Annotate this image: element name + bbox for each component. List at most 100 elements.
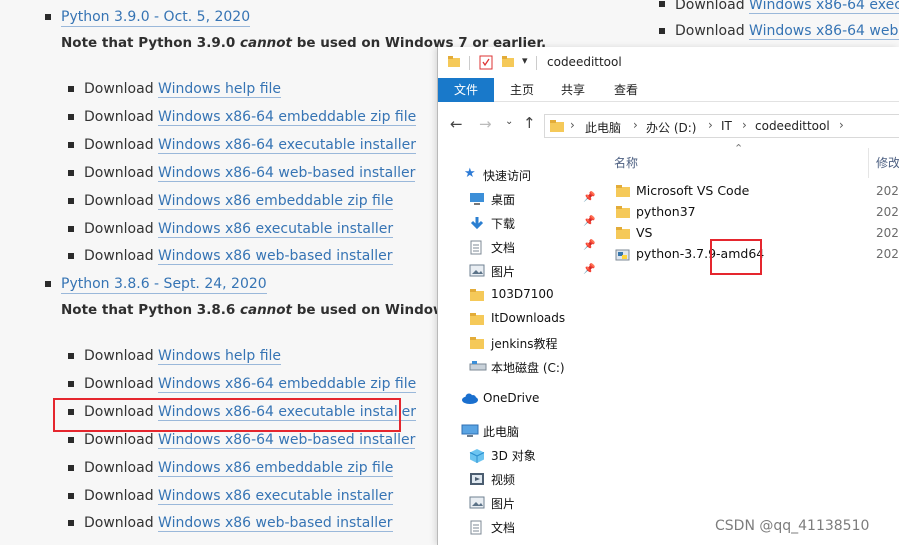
download-item: Download Windows x86 executable installe… [84,220,394,238]
window-title: codeedittool [547,55,622,69]
nav-item[interactable]: 3D 对象 [438,444,603,466]
file-date: 2021 [876,226,899,240]
nav-item[interactable]: 图片 [438,492,603,514]
nav-item[interactable]: 文档 [438,516,603,538]
download-link[interactable]: Windows x86 executable installer [158,487,394,505]
download-item: Download Windows help file [84,80,282,98]
download-item: Download Windows x86 embeddable zip file [84,192,394,210]
breadcrumb-codeedittool[interactable]: codeedittool [755,119,830,133]
forward-arrow-icon[interactable]: → [479,115,492,133]
pin-icon[interactable]: 📌 [583,264,595,275]
nav-label: 103D7100 [491,287,554,301]
download-link[interactable]: Windows help file [158,81,282,98]
file-date: 2021 [876,184,899,198]
tab-file[interactable]: 文件 [438,78,494,102]
nav-label: 本地磁盘 (C:) [491,361,565,375]
nav-label: jenkins教程 [491,337,558,351]
download-item: Download Windows x86-64 web-bas [675,22,899,40]
download-item: Download Windows help file [84,347,282,365]
list-bullet [68,225,74,232]
download-link[interactable]: Windows x86-64 embeddable zip file [158,375,417,393]
download-item: Download Windows x86-64 web-based instal… [84,164,416,182]
list-bullet [68,520,74,527]
nav-item[interactable]: 视频 [438,468,603,490]
download-item: Download Windows x86-64 executab [675,0,899,14]
download-link[interactable]: Windows x86-64 embeddable zip file [158,108,417,126]
download-prefix: Download [675,23,745,39]
column-header-name[interactable]: 名称 [614,154,638,171]
customize-dropdown-icon[interactable]: ▾ [522,54,528,67]
back-arrow-icon[interactable]: ← [450,115,463,133]
download-item: Download Windows x86 executable installe… [84,487,394,505]
nav-item[interactable]: jenkins教程 [438,332,603,354]
nav-label: 3D 对象 [491,449,536,463]
chevron-right-icon: › [570,118,575,132]
nav-this-pc[interactable]: 此电脑 [438,420,603,442]
list-bullet [68,141,74,148]
tab-share[interactable]: 共享 [553,78,593,102]
recent-dropdown-icon[interactable]: ⌄ [505,116,513,127]
download-link[interactable]: Windows x86-64 executab [749,0,899,14]
column-separator[interactable] [868,148,869,178]
divider [536,56,537,70]
download-item: Download Windows x86-64 executable insta… [84,136,416,154]
3d-objects-icon [469,448,485,468]
title-bar: ▾ codeedittool [438,47,899,78]
download-link[interactable]: Windows x86-64 web-bas [749,23,899,40]
new-folder-icon[interactable] [501,55,515,69]
column-header-modified[interactable]: 修改 [876,154,899,171]
download-link[interactable]: Windows x86-64 executable installer [158,136,416,154]
tab-view[interactable]: 查看 [606,78,646,102]
video-icon [469,472,485,490]
nav-item[interactable]: 103D7100 [438,284,603,306]
picture-icon [469,264,485,281]
desktop-icon [469,192,485,209]
folder-icon [469,336,485,354]
download-prefix: Download [84,375,154,392]
download-link[interactable]: Windows help file [158,348,282,365]
nav-quick-access[interactable]: ★ 快速访问 [438,164,603,186]
download-link[interactable]: Windows x86 web-based installer [158,248,393,266]
breadcrumb-this-pc[interactable]: 此电脑 [585,119,621,136]
python-installer-icon [615,247,631,267]
address-bar[interactable]: › 此电脑 › 办公 (D:) › IT › codeedittool › [544,114,899,138]
nav-item[interactable]: ItDownloads [438,308,603,330]
navigation-bar: ← → ⌄ ↑ › 此电脑 › 办公 (D:) › IT › codeeditt… [438,102,899,148]
list-bullet [659,28,665,34]
download-item: Download Windows x86 embeddable zip file [84,459,394,477]
nav-item[interactable]: 下载 📌 [438,212,603,234]
file-row[interactable]: Microsoft VS Code 2021 [603,181,899,202]
nav-item[interactable]: 桌面 📌 [438,188,603,210]
release-link-390[interactable]: Python 3.9.0 - Oct. 5, 2020 [61,8,251,27]
download-link[interactable]: Windows x86 embeddable zip file [158,192,394,210]
nav-label: 图片 [491,265,516,279]
download-link[interactable]: Windows x86 embeddable zip file [158,459,394,477]
download-prefix: Download [84,431,154,448]
download-link[interactable]: Windows x86 web-based installer [158,515,393,533]
properties-icon[interactable] [479,54,493,70]
drive-icon [469,360,487,376]
nav-item[interactable]: 图片 📌 [438,260,603,282]
up-arrow-icon[interactable]: ↑ [523,114,536,132]
file-name: python37 [636,204,696,219]
nav-label: 快速访问 [483,169,532,183]
nav-label: 图片 [491,497,516,511]
release-link-386[interactable]: Python 3.8.6 - Sept. 24, 2020 [61,275,267,294]
nav-onedrive[interactable]: OneDrive [438,388,603,410]
breadcrumb-drive-d[interactable]: 办公 (D:) [646,119,696,136]
file-row[interactable]: python37 2021 [603,202,899,223]
pin-icon[interactable]: 📌 [583,216,595,227]
folder-icon [615,226,631,244]
nav-item[interactable]: 文档 📌 [438,236,603,258]
nav-label: 桌面 [491,193,516,207]
tab-home[interactable]: 主页 [502,78,542,102]
pin-icon[interactable]: 📌 [583,192,595,203]
download-link[interactable]: Windows x86 executable installer [158,220,394,238]
nav-item[interactable]: 本地磁盘 (C:) [438,356,603,378]
breadcrumb-it[interactable]: IT [721,119,732,133]
chevron-right-icon: › [633,118,638,132]
download-link[interactable]: Windows x86-64 web-based installer [158,164,416,182]
download-link[interactable]: Windows x86-64 web-based installer [158,431,416,449]
file-name: VS [636,225,653,240]
pin-icon[interactable]: 📌 [583,240,595,251]
